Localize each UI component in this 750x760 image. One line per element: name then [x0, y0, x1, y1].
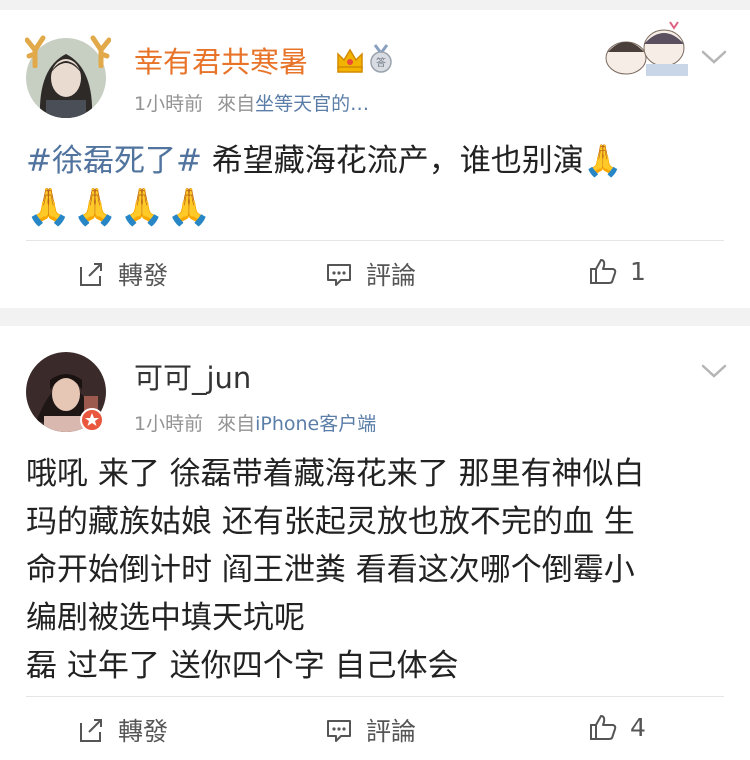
post-source[interactable]: 坐等天官的…: [255, 93, 369, 115]
username[interactable]: 可可_jun: [134, 360, 251, 396]
post-source[interactable]: iPhone客户端: [255, 413, 376, 435]
svg-text:答: 答: [376, 56, 386, 69]
antler-ears-icon: [25, 35, 111, 68]
medal-icon[interactable]: 答: [368, 44, 394, 74]
chevron-down-icon[interactable]: [700, 362, 728, 380]
post-time: 1小時前: [134, 93, 204, 115]
crown-icon[interactable]: [335, 46, 365, 74]
weibo-post-1: 幸有君共寒暑 答 1小時前 來自坐等天官的… #徐磊死了# 希望藏海花流产，谁也别…: [0, 10, 750, 308]
comment-label: 評論: [366, 261, 417, 290]
like-icon: [590, 715, 617, 740]
post-meta: 1小時前 來自坐等天官的…: [134, 92, 369, 116]
repost-label: 轉發: [118, 717, 169, 746]
comment-button[interactable]: 評論: [324, 256, 416, 292]
like-button[interactable]: 4: [588, 712, 646, 742]
post-text: 希望藏海花流产，谁也别演🙏: [201, 143, 623, 179]
post-body: #徐磊死了# 希望藏海花流产，谁也别演🙏: [26, 138, 710, 184]
like-icon: [590, 259, 617, 284]
username[interactable]: 幸有君共寒暑: [134, 44, 308, 80]
like-count: 4: [630, 712, 646, 742]
chevron-down-icon[interactable]: [700, 48, 728, 66]
comment-icon: [327, 264, 351, 286]
comment-button[interactable]: 評論: [324, 712, 416, 748]
post-line: 编剧被选中填天坑呢: [26, 600, 305, 636]
post-line: 玛的藏族姑娘 还有张起灵放也放不完的血 生: [26, 504, 635, 540]
comment-icon: [327, 720, 351, 742]
from-label: 來自: [217, 93, 256, 115]
sticker-decoration: [605, 21, 688, 76]
hashtag-link[interactable]: #徐磊死了#: [26, 143, 202, 179]
repost-icon: [80, 263, 102, 286]
like-count: 1: [630, 256, 646, 286]
post-line: 磊 过年了 送你四个字 自己体会: [26, 648, 459, 684]
post-time: 1小時前: [134, 413, 204, 435]
emoji-row: 🙏🙏🙏🙏: [26, 187, 214, 228]
post-line: 命开始倒计时 阎王泄粪 看看这次哪个倒霉小: [26, 552, 635, 588]
repost-icon: [80, 719, 102, 742]
from-label: 來自: [217, 413, 256, 435]
divider: [26, 696, 724, 697]
weibo-post-2: 可可_jun 1小時前 來自iPhone客户端 哦吼 来了 徐磊带着藏海花来了 那…: [0, 326, 750, 760]
like-button[interactable]: 1: [588, 256, 646, 286]
vip-badge-icon: [80, 408, 104, 432]
post-meta: 1小時前 來自iPhone客户端: [134, 412, 376, 436]
repost-button[interactable]: 轉發: [76, 712, 168, 748]
divider: [26, 240, 724, 241]
comment-label: 評論: [366, 717, 417, 746]
repost-button[interactable]: 轉發: [76, 256, 168, 292]
post-line: 哦吼 来了 徐磊带着藏海花来了 那里有神似白: [26, 456, 645, 492]
repost-label: 轉發: [118, 261, 169, 290]
post-body: 哦吼 来了 徐磊带着藏海花来了 那里有神似白 玛的藏族姑娘 还有张起灵放也放不完…: [26, 450, 710, 690]
